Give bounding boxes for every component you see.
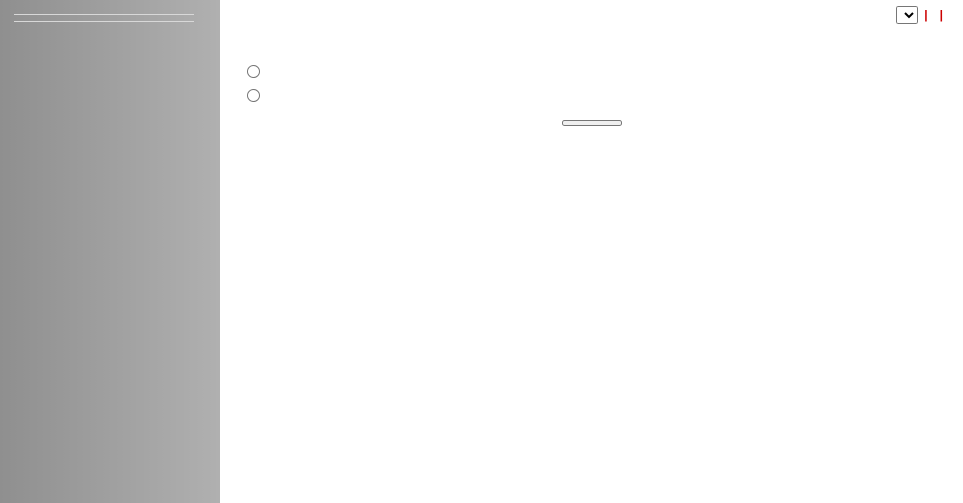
separator: | bbox=[940, 8, 943, 22]
wizard-mode-radio[interactable] bbox=[247, 65, 260, 78]
divider bbox=[14, 14, 194, 15]
divider bbox=[14, 21, 194, 22]
advance-mode-radio[interactable] bbox=[247, 89, 260, 102]
main-panel: | | bbox=[220, 0, 963, 503]
separator: | bbox=[924, 8, 927, 22]
mode-selector bbox=[242, 62, 949, 102]
advance-mode-row[interactable] bbox=[242, 86, 949, 102]
sidebar bbox=[0, 0, 220, 503]
pager bbox=[234, 32, 949, 46]
ok-button[interactable] bbox=[562, 120, 622, 126]
rules-per-page-select[interactable] bbox=[896, 6, 918, 24]
wizard-mode-row[interactable] bbox=[242, 62, 949, 78]
rules-per-page bbox=[896, 6, 918, 24]
